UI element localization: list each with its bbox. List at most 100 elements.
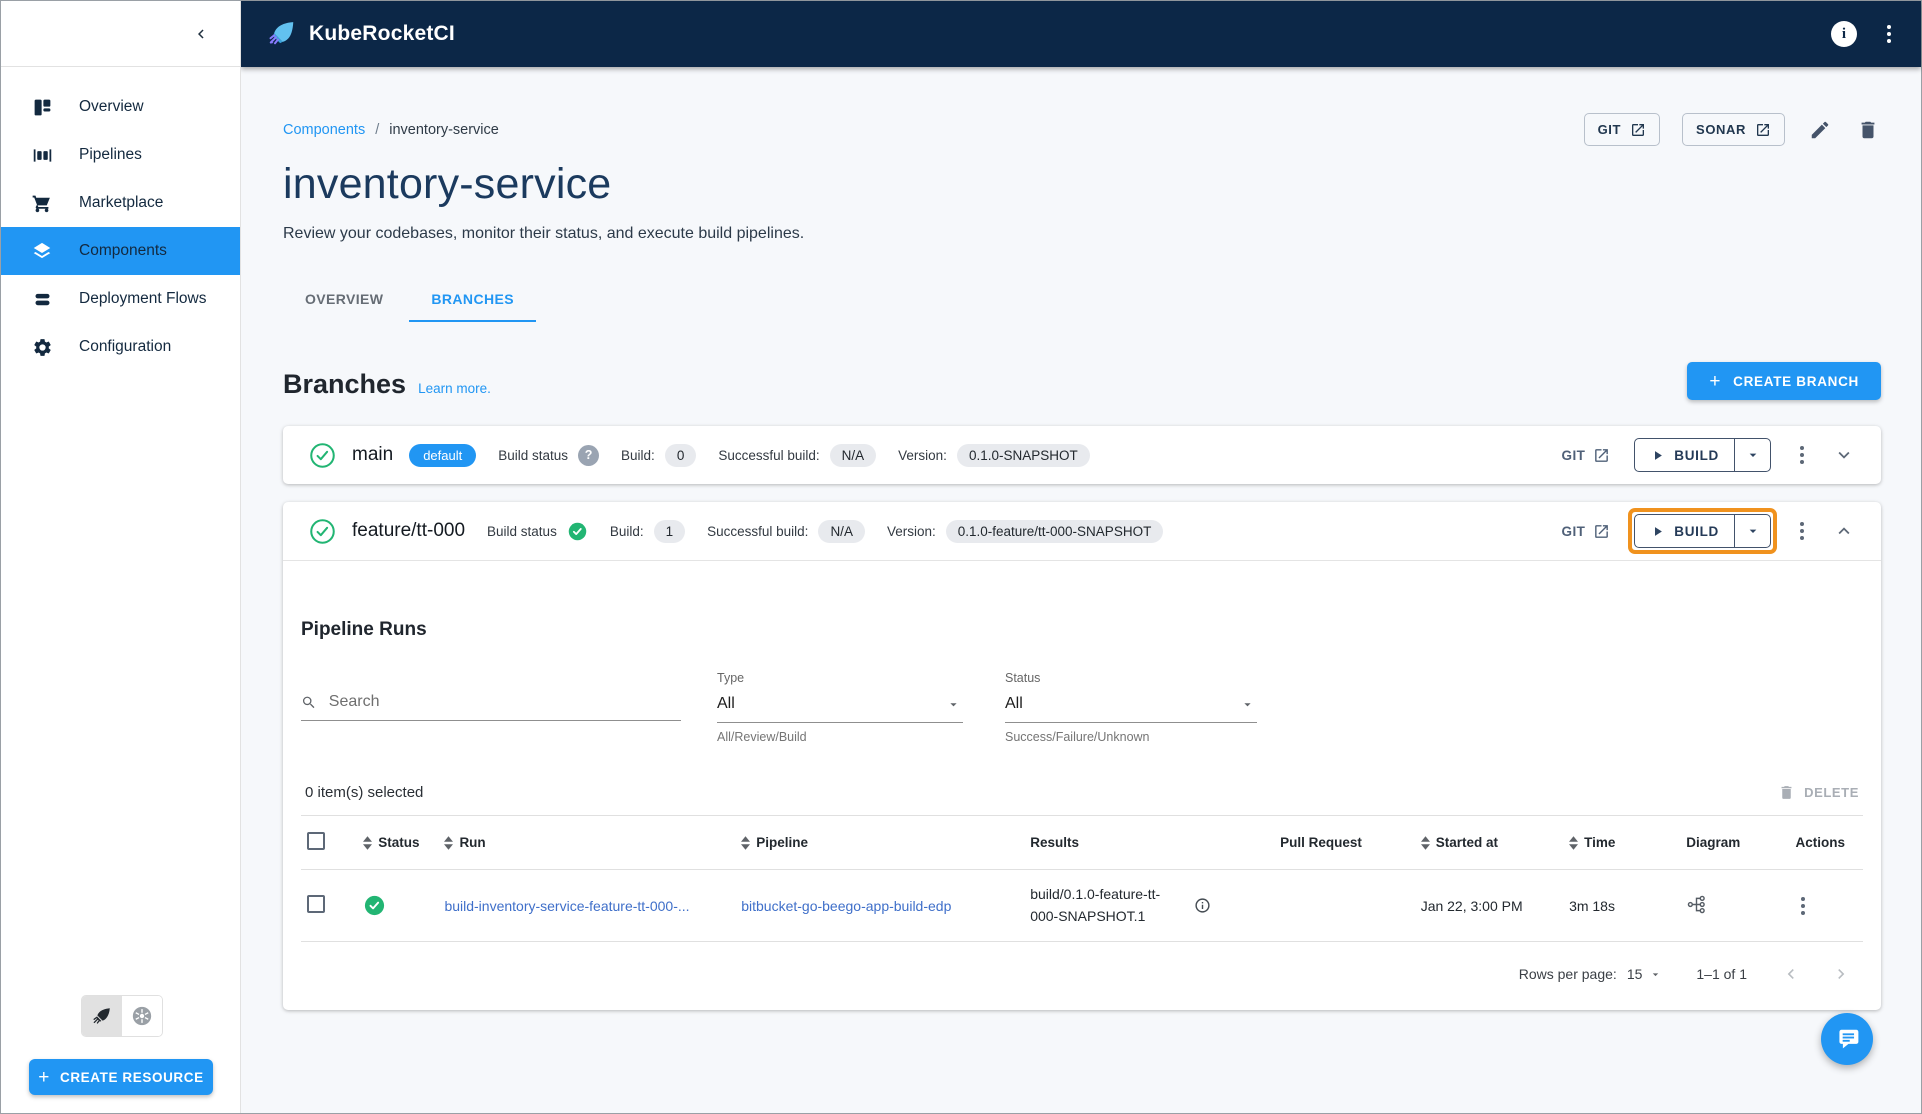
branches-heading: Branches <box>283 369 407 399</box>
external-link-icon <box>1595 524 1609 538</box>
collapse-branch-button[interactable] <box>1833 520 1855 542</box>
version-label: Version: <box>886 523 936 539</box>
learn-more-link[interactable]: Learn more. <box>418 381 491 396</box>
chat-fab-button[interactable] <box>1821 1013 1873 1065</box>
create-branch-button[interactable]: + CREATE BRANCH <box>1687 362 1881 400</box>
kubernetes-view-toggle[interactable] <box>122 996 162 1036</box>
next-page-button[interactable] <box>1831 964 1851 984</box>
build-options-button[interactable] <box>1734 439 1770 471</box>
search-input[interactable] <box>328 693 681 711</box>
delete-selected-button[interactable]: DELETE <box>1778 784 1859 801</box>
type-filter-select[interactable]: All <box>717 687 963 723</box>
theme-toggle-group <box>81 995 163 1037</box>
build-label: Build: <box>609 523 644 539</box>
pipeline-link[interactable]: bitbucket-go-beego-app-build-edp <box>741 898 951 914</box>
sort-icon[interactable] <box>741 835 751 850</box>
status-filter-select[interactable]: All <box>1005 687 1257 723</box>
type-filter-helper: All/Review/Build <box>717 730 807 744</box>
build-status-success-icon[interactable] <box>567 521 588 542</box>
chat-icon <box>1839 1029 1859 1049</box>
row-actions-menu-icon[interactable] <box>1796 892 1857 920</box>
sidebar-collapse-button[interactable] <box>192 25 210 43</box>
sidebar-item-deployment-flows[interactable]: Deployment Flows <box>1 275 240 323</box>
run-link[interactable]: build-inventory-service-feature-tt-000-.… <box>444 898 689 914</box>
column-header-run[interactable]: Run <box>459 835 485 850</box>
previous-page-button[interactable] <box>1781 964 1801 984</box>
external-link-icon <box>1595 448 1609 462</box>
branch-row-main: main default Build status ? Build: 0 Suc… <box>283 426 1881 484</box>
select-all-checkbox[interactable] <box>307 832 325 850</box>
sidebar-footer: + CREATE RESOURCE <box>1 995 240 1113</box>
sort-icon[interactable] <box>363 835 373 850</box>
branch-card-feature: feature/tt-000 Build status Build: 1 Suc… <box>283 502 1881 1011</box>
sidebar-item-marketplace[interactable]: Marketplace <box>1 179 240 227</box>
branch-git-link[interactable]: GIT <box>1562 447 1611 464</box>
plus-icon: + <box>1709 370 1722 392</box>
build-label: Build: <box>621 447 655 463</box>
column-header-actions: Actions <box>1795 835 1846 850</box>
default-badge: default <box>409 443 477 467</box>
chevron-left-icon <box>1787 969 1794 980</box>
tab-branches[interactable]: BRANCHES <box>409 279 536 322</box>
arrow-drop-down-icon <box>1749 529 1756 533</box>
topbar: KubeRocketCI i <box>241 1 1921 67</box>
successful-build-value: N/A <box>818 519 865 543</box>
layers-icon <box>31 240 53 262</box>
trash-icon <box>1861 121 1875 138</box>
create-resource-button[interactable]: + CREATE RESOURCE <box>29 1059 213 1095</box>
external-link-icon <box>1632 123 1645 136</box>
edit-button[interactable] <box>1807 117 1833 143</box>
git-button[interactable]: GIT <box>1583 113 1661 146</box>
pipeline-runs-filters: Type All All/Review/Build Status All Suc… <box>301 671 1863 744</box>
delete-component-button[interactable] <box>1855 117 1881 143</box>
search-icon <box>302 696 315 708</box>
topbar-menu-icon[interactable] <box>1883 21 1895 47</box>
sidebar-item-overview[interactable]: Overview <box>1 83 240 131</box>
breadcrumb-components-link[interactable]: Components <box>283 122 365 138</box>
sidebar-item-pipelines[interactable]: Pipelines <box>1 131 240 179</box>
sidebar-item-configuration[interactable]: Configuration <box>1 323 240 371</box>
build-button[interactable]: BUILD <box>1635 515 1734 547</box>
branch-name: feature/tt-000 <box>352 520 466 541</box>
kuberocketci-logo-icon <box>269 22 294 45</box>
quill-view-toggle[interactable] <box>82 996 122 1036</box>
info-icon[interactable]: i <box>1831 21 1857 47</box>
column-header-pipeline[interactable]: Pipeline <box>756 835 808 850</box>
build-button[interactable]: BUILD <box>1635 439 1734 471</box>
sort-icon[interactable] <box>444 835 454 850</box>
arrow-drop-down-icon <box>1653 973 1659 976</box>
build-options-button[interactable] <box>1734 515 1770 547</box>
column-header-time[interactable]: Time <box>1584 835 1615 850</box>
pagination-range: 1–1 of 1 <box>1696 966 1747 983</box>
sort-icon[interactable] <box>1569 835 1579 850</box>
rows-per-page-select[interactable]: 15 <box>1627 966 1663 982</box>
brand: KubeRocketCI <box>267 19 455 49</box>
git-link-label: GIT <box>1561 523 1586 539</box>
sidebar-item-components[interactable]: Components <box>1 227 240 275</box>
branch-menu-icon[interactable] <box>1795 517 1809 545</box>
git-button-label: GIT <box>1597 122 1622 137</box>
version-value: 0.1.0-feature/tt-000-SNAPSHOT <box>945 519 1164 543</box>
column-header-started-at[interactable]: Started at <box>1436 835 1498 850</box>
branch-name: main <box>352 444 394 465</box>
diagram-button[interactable] <box>1686 894 1707 915</box>
expand-branch-button[interactable] <box>1833 444 1855 466</box>
time-value: 3m 18s <box>1569 897 1615 914</box>
arrow-drop-down-icon <box>950 702 957 706</box>
successful-build-value: N/A <box>829 443 877 467</box>
build-count: 0 <box>664 443 697 467</box>
column-header-results: Results <box>1030 835 1079 850</box>
quill-icon <box>93 1008 110 1024</box>
sidebar-item-label: Deployment Flows <box>79 290 207 307</box>
column-header-status[interactable]: Status <box>378 835 419 850</box>
sonar-button[interactable]: SONAR <box>1682 113 1785 146</box>
info-outline-icon[interactable] <box>1194 897 1211 914</box>
tab-overview[interactable]: OVERVIEW <box>283 279 405 322</box>
branch-menu-icon[interactable] <box>1795 441 1809 469</box>
sort-icon[interactable] <box>1420 835 1430 850</box>
branch-git-link[interactable]: GIT <box>1562 523 1611 540</box>
row-checkbox[interactable] <box>307 895 325 914</box>
breadcrumb-current: inventory-service <box>389 121 499 138</box>
build-status-unknown-icon[interactable]: ? <box>578 444 600 466</box>
component-actions: GIT SONAR <box>1583 113 1881 146</box>
